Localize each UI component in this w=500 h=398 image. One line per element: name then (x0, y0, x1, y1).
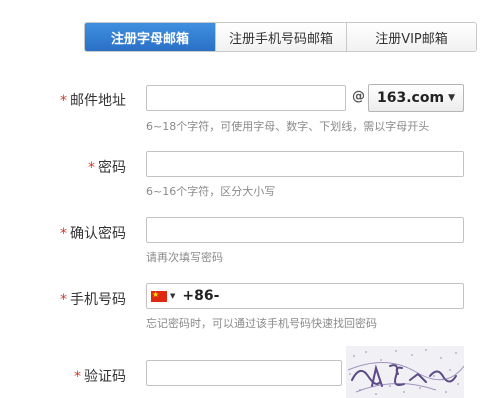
china-flag-icon[interactable]: ★ (151, 290, 167, 302)
chevron-down-icon: ▼ (448, 93, 455, 103)
confirm-password-label: * 确认密码 (0, 223, 126, 243)
email-label-text: 邮件地址 (70, 93, 126, 109)
password-input[interactable] (146, 151, 464, 177)
password-hint: 6~16个字符，区分大小写 (146, 185, 276, 198)
tab-phone-email-label: 注册手机号码邮箱 (228, 31, 333, 47)
register-tabs: 注册字母邮箱 注册手机号码邮箱 注册VIP邮箱 (84, 22, 477, 52)
phone-hint: 忘记密码时，可以通过该手机号码快速找回密码 (146, 317, 377, 330)
tab-vip-email[interactable]: 注册VIP邮箱 (346, 23, 476, 51)
email-hint: 6~18个字符，可使用字母、数字、下划线，需以字母开头 (146, 120, 430, 133)
email-input[interactable] (146, 85, 346, 111)
email-label: * 邮件地址 (0, 90, 126, 110)
tab-letter-email-label: 注册字母邮箱 (110, 31, 189, 47)
chevron-down-icon[interactable]: ▼ (170, 292, 175, 300)
required-mark: * (60, 292, 67, 308)
tab-vip-email-label: 注册VIP邮箱 (375, 31, 448, 47)
confirm-password-hint: 请再次填写密码 (146, 251, 223, 264)
required-mark: * (60, 226, 67, 242)
confirm-password-input[interactable] (146, 217, 464, 243)
domain-select-value: 163.com (377, 90, 445, 106)
phone-label: * 手机号码 (0, 289, 126, 309)
tab-phone-email[interactable]: 注册手机号码邮箱 (215, 23, 346, 51)
password-label-text: 密码 (98, 160, 126, 176)
confirm-password-label-text: 确认密码 (70, 226, 126, 242)
phone-country-code: +86- (182, 288, 220, 304)
password-label: * 密码 (0, 157, 126, 177)
captcha-noise-graphic (346, 346, 464, 398)
domain-select[interactable]: 163.com ▼ (368, 84, 464, 112)
required-mark: * (60, 93, 67, 109)
captcha-input[interactable] (146, 360, 342, 386)
required-mark: * (88, 160, 95, 176)
captcha-label-text: 验证码 (84, 369, 126, 385)
captcha-label: * 验证码 (0, 366, 126, 386)
captcha-image[interactable] (346, 346, 464, 398)
at-symbol: @ (352, 89, 365, 104)
phone-label-text: 手机号码 (70, 292, 126, 308)
phone-input[interactable]: ★ ▼ +86- (146, 283, 464, 309)
required-mark: * (74, 369, 81, 385)
tab-letter-email[interactable]: 注册字母邮箱 (85, 23, 215, 51)
